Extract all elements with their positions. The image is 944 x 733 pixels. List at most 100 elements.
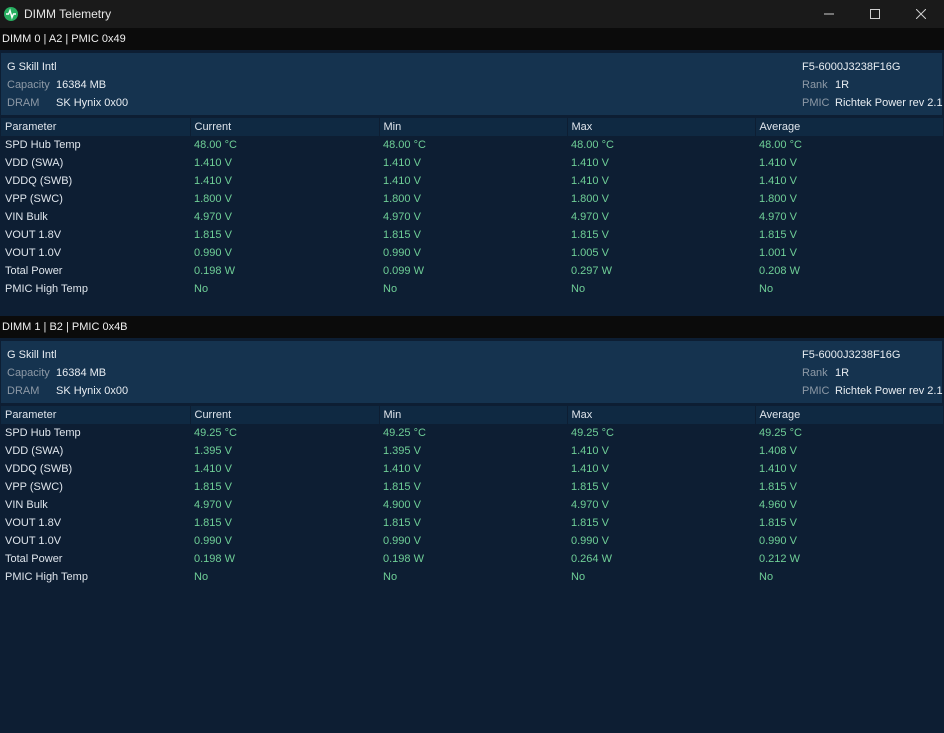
close-button[interactable] [898, 0, 944, 28]
parameter-name: VIN Bulk [5, 499, 48, 511]
part-number-value: F5-6000J3238F16G [802, 61, 901, 73]
table-row: Total Power 0.198 W 0.099 W 0.297 W 0.208 W [1, 262, 943, 280]
table-row: VOUT 1.0V 0.990 V 0.990 V 1.005 V 1.001 V [1, 244, 943, 262]
table-row: PMIC High Temp No No No No [1, 280, 943, 298]
table-spacer [1, 586, 943, 604]
reading-max: 0.297 W [571, 265, 612, 277]
table-row: VIN Bulk 4.970 V 4.970 V 4.970 V 4.970 V [1, 208, 943, 226]
parameter-name: VDD (SWA) [5, 157, 64, 169]
reading-max: 1.005 V [571, 247, 609, 259]
reading-current: 1.815 V [194, 517, 232, 529]
dram-value: SK Hynix 0x00 [56, 385, 129, 397]
table-row: VOUT 1.8V 1.815 V 1.815 V 1.815 V 1.815 V [1, 226, 943, 244]
maximize-button[interactable] [852, 0, 898, 28]
minimize-button[interactable] [806, 0, 852, 28]
reading-min: 4.970 V [383, 211, 421, 223]
parameter-name: VPP (SWC) [5, 481, 63, 493]
parameter-name: VIN Bulk [5, 211, 48, 223]
column-header-average[interactable]: Average [755, 118, 944, 136]
reading-max: 1.815 V [571, 229, 609, 241]
reading-average: 49.25 °C [759, 427, 802, 439]
dimm-section: DIMM 0 | A2 | PMIC 0x49 G Skill Intl Cap… [0, 28, 944, 316]
reading-current: 1.410 V [194, 157, 232, 169]
reading-min: 0.990 V [383, 247, 421, 259]
table-row: VOUT 1.8V 1.815 V 1.815 V 1.815 V 1.815 V [1, 514, 943, 532]
module-info-panel: G Skill Intl Capacity 16384 MB DRAM SK Hyn… [1, 53, 943, 115]
reading-min: 1.410 V [383, 463, 421, 475]
parameter-name: VOUT 1.0V [5, 535, 62, 547]
reading-average: 1.815 V [759, 517, 797, 529]
rank-value: 1R [835, 79, 850, 91]
rank-label: Rank [802, 367, 828, 379]
table-header-row: Parameter Current Min Max Average [1, 406, 944, 424]
reading-average: 4.970 V [759, 211, 797, 223]
minimize-icon [824, 13, 834, 15]
part-number-value: F5-6000J3238F16G [802, 349, 901, 361]
column-header-max[interactable]: Max [567, 118, 756, 136]
table-row: SPD Hub Temp 48.00 °C 48.00 °C 48.00 °C 48.0… [1, 136, 943, 154]
maximize-icon [870, 9, 880, 19]
reading-current: 1.815 V [194, 229, 232, 241]
table-row: VDD (SWA) 1.395 V 1.395 V 1.410 V 1.408 V [1, 442, 943, 460]
dimm-header: DIMM 1 | B2 | PMIC 0x4B [0, 316, 944, 338]
reading-current: 4.970 V [194, 211, 232, 223]
reading-current: 1.395 V [194, 445, 232, 457]
dimm-header-text: DIMM 0 | A2 | PMIC 0x49 [2, 33, 126, 45]
column-header-min[interactable]: Min [379, 406, 568, 424]
close-icon [916, 9, 926, 19]
reading-current: 1.410 V [194, 175, 232, 187]
reading-min: 49.25 °C [383, 427, 426, 439]
reading-current: 0.990 V [194, 535, 232, 547]
reading-min: 1.815 V [383, 481, 421, 493]
vendor-value: G Skill Intl [7, 61, 57, 73]
table-row: PMIC High Temp No No No No [1, 568, 943, 586]
reading-max: 1.410 V [571, 445, 609, 457]
reading-current: 4.970 V [194, 499, 232, 511]
reading-min: 1.800 V [383, 193, 421, 205]
parameter-name: VPP (SWC) [5, 193, 63, 205]
capacity-label: Capacity [7, 367, 50, 379]
table-row: Total Power 0.198 W 0.198 W 0.264 W 0.212 W [1, 550, 943, 568]
dimm-header-text: DIMM 1 | B2 | PMIC 0x4B [2, 321, 128, 333]
parameter-name: VDDQ (SWB) [5, 463, 73, 475]
reading-current: 49.25 °C [194, 427, 237, 439]
column-header-min[interactable]: Min [379, 118, 568, 136]
table-spacer [1, 298, 943, 316]
reading-average: 4.960 V [759, 499, 797, 511]
parameter-name: VOUT 1.8V [5, 517, 62, 529]
column-header-parameter[interactable]: Parameter [1, 118, 191, 136]
column-header-parameter[interactable]: Parameter [1, 406, 191, 424]
column-header-max[interactable]: Max [567, 406, 756, 424]
pmic-label: PMIC [802, 385, 830, 397]
title-bar[interactable]: DIMM Telemetry [0, 0, 944, 28]
parameter-name: VDDQ (SWB) [5, 175, 73, 187]
reading-min: 0.198 W [383, 553, 424, 565]
reading-average: 1.408 V [759, 445, 797, 457]
reading-average: 1.800 V [759, 193, 797, 205]
reading-average: No [759, 283, 774, 295]
reading-current: No [194, 283, 209, 295]
telemetry-table: Parameter Current Min Max Average SPD Hub Te… [1, 118, 944, 316]
rank-value: 1R [835, 367, 850, 379]
reading-current: 1.800 V [194, 193, 232, 205]
column-header-current[interactable]: Current [190, 118, 380, 136]
reading-max: 1.815 V [571, 481, 609, 493]
capacity-value: 16384 MB [56, 367, 107, 379]
reading-min: 1.395 V [383, 445, 421, 457]
dimm-header: DIMM 0 | A2 | PMIC 0x49 [0, 28, 944, 50]
reading-max: 49.25 °C [571, 427, 614, 439]
reading-max: No [571, 283, 586, 295]
dram-label: DRAM [7, 97, 40, 109]
parameter-name: Total Power [5, 553, 63, 565]
reading-max: 1.410 V [571, 175, 609, 187]
reading-average: 1.410 V [759, 157, 797, 169]
parameter-name: VDD (SWA) [5, 445, 64, 457]
column-header-current[interactable]: Current [190, 406, 380, 424]
column-header-average[interactable]: Average [755, 406, 944, 424]
reading-min: 4.900 V [383, 499, 421, 511]
reading-current: No [194, 571, 209, 583]
table-row: VPP (SWC) 1.815 V 1.815 V 1.815 V 1.815 V [1, 478, 943, 496]
table-row: VPP (SWC) 1.800 V 1.800 V 1.800 V 1.800 V [1, 190, 943, 208]
reading-average: 1.001 V [759, 247, 797, 259]
reading-current: 1.815 V [194, 481, 232, 493]
